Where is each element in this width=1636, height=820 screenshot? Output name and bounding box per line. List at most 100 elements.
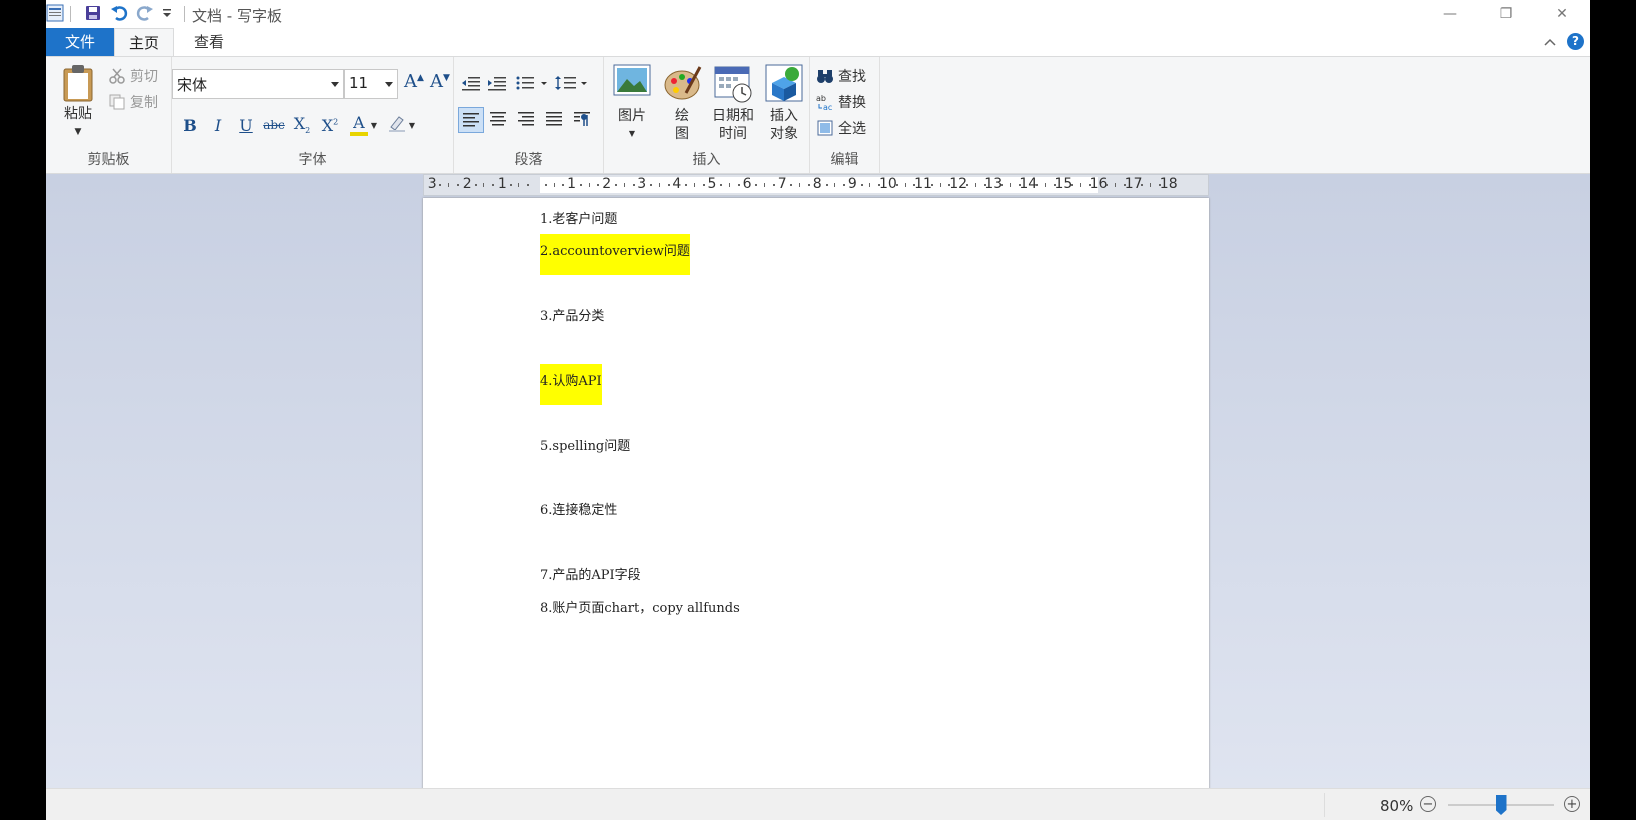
- paragraph-settings-button[interactable]: [570, 107, 596, 133]
- restore-button[interactable]: ❐: [1478, 0, 1534, 28]
- align-left-button[interactable]: [458, 107, 484, 133]
- font-size-select[interactable]: 11: [344, 69, 398, 99]
- ruler-tick: [1001, 184, 1004, 186]
- tab-home[interactable]: 主页: [114, 28, 174, 56]
- strikethrough-button[interactable]: abc: [262, 113, 286, 137]
- collapse-ribbon-icon[interactable]: [1542, 34, 1558, 50]
- insert-group: 图片 ▼ 绘 图 日期和 时间 插入 对象 插入: [604, 57, 810, 173]
- align-right-button[interactable]: [514, 107, 540, 133]
- subscript-button[interactable]: X2: [290, 113, 314, 137]
- redo-icon[interactable]: [136, 4, 154, 22]
- font-family-select[interactable]: 宋体: [172, 69, 344, 99]
- clipboard-group-label: 剪贴板: [87, 152, 130, 168]
- underline-button[interactable]: U: [234, 113, 258, 137]
- ruler-tick: [790, 184, 793, 186]
- font-color-button[interactable]: A ▼: [346, 113, 380, 137]
- ruler-number: 7: [777, 176, 787, 192]
- align-center-button[interactable]: [486, 107, 512, 133]
- ruler-number: 16: [1089, 176, 1108, 192]
- superscript-button[interactable]: X2: [318, 113, 342, 137]
- ruler-number: 10: [879, 176, 897, 192]
- shrink-font-icon[interactable]: A▼: [430, 71, 452, 95]
- window-title: 文档 - 写字板: [192, 7, 282, 25]
- italic-button[interactable]: I: [206, 113, 230, 137]
- ruler-number: 18: [1159, 176, 1178, 192]
- grow-font-icon[interactable]: A▲: [404, 71, 426, 95]
- binoculars-icon: [816, 67, 834, 85]
- document-area[interactable]: 3 2 1 1 2 3 4 5 6 7 8 9 10 11 12 13 14 15 16 17 18 1.老客户问题 2.…: [46, 174, 1590, 788]
- align-center-icon: [490, 112, 506, 126]
- tab-file[interactable]: 文件: [46, 28, 114, 56]
- document-line[interactable]: 7.产品的API字段: [540, 558, 641, 588]
- svg-text:ac: ac: [823, 103, 832, 111]
- bullet-list-button[interactable]: [514, 73, 550, 95]
- document-line[interactable]: 3.产品分类: [540, 299, 604, 329]
- ruler-tick: [1009, 183, 1011, 187]
- select-all-button[interactable]: 全选: [816, 117, 866, 139]
- ruler-tick: [544, 184, 547, 186]
- cut-button[interactable]: 剪切: [108, 65, 158, 87]
- ruler-tick: [518, 183, 520, 187]
- zoom-level: 80%: [1380, 797, 1414, 815]
- replace-label: 替换: [838, 95, 866, 111]
- ruler-tick: [930, 184, 933, 186]
- paste-button[interactable]: 粘贴 ▼: [56, 61, 100, 141]
- help-icon[interactable]: ?: [1567, 33, 1584, 50]
- justify-icon: [546, 112, 562, 126]
- zoom-in-button[interactable]: +: [1564, 796, 1580, 812]
- undo-icon[interactable]: [110, 4, 128, 22]
- document-line[interactable]: 5.spelling问题: [540, 429, 630, 459]
- highlight-color-button[interactable]: ▼: [384, 113, 418, 137]
- ruler[interactable]: 3 2 1 1 2 3 4 5 6 7 8 9 10 11 12 13 14 15 16 17 18: [423, 174, 1209, 196]
- document-page[interactable]: 1.老客户问题 2.accountoverview问题 3.产品分类 4.认购API 5…: [423, 198, 1209, 788]
- insert-paint-label-1: 绘: [675, 108, 689, 124]
- scissors-icon: [108, 67, 126, 85]
- minimize-button[interactable]: —: [1422, 0, 1478, 28]
- decrease-indent-icon[interactable]: [460, 73, 484, 95]
- strikethrough-icon: abc: [263, 118, 285, 132]
- wordpad-app-icon[interactable]: [46, 4, 64, 22]
- paragraph-group: 段落: [454, 57, 604, 173]
- zoom-slider-thumb[interactable]: [1495, 795, 1507, 815]
- insert-object-label-2: 对象: [770, 126, 798, 142]
- ruler-tick: [729, 183, 731, 187]
- paragraph-group-label: 段落: [514, 152, 543, 168]
- document-line[interactable]: 6.连接稳定性: [540, 493, 617, 523]
- close-button[interactable]: ✕: [1534, 0, 1590, 28]
- ruler-tick: [588, 183, 590, 187]
- document-line[interactable]: 1.老客户问题: [540, 202, 617, 232]
- insert-paint-button[interactable]: 绘 图: [660, 61, 704, 143]
- bold-button[interactable]: B: [178, 113, 202, 137]
- ruler-tick: [1071, 184, 1074, 186]
- customize-quick-access-icon[interactable]: [158, 4, 176, 22]
- ruler-tick: [834, 183, 836, 187]
- chevron-down-icon: ▼: [74, 127, 82, 137]
- document-line[interactable]: 2.accountoverview问题: [540, 234, 690, 275]
- insert-datetime-button[interactable]: 日期和 时间: [708, 61, 758, 143]
- ruler-tick: [1123, 184, 1126, 186]
- insert-picture-button[interactable]: 图片 ▼: [610, 61, 654, 143]
- tab-view[interactable]: 查看: [176, 28, 242, 56]
- find-button[interactable]: 查找: [816, 65, 866, 87]
- document-line[interactable]: 8.账户页面chart，copy allfunds: [540, 591, 740, 621]
- ruler-number: 1: [567, 176, 577, 192]
- ruler-tick: [1018, 184, 1021, 186]
- ruler-tick: [860, 184, 863, 186]
- ruler-tick: [720, 184, 723, 186]
- ruler-tick: [1141, 184, 1144, 186]
- document-line[interactable]: 4.认购API: [540, 364, 602, 405]
- insert-datetime-label-2: 时间: [719, 126, 747, 142]
- increase-indent-icon[interactable]: [486, 73, 510, 95]
- replace-button[interactable]: ab ac 替换: [816, 91, 866, 113]
- copy-button[interactable]: 复制: [108, 91, 158, 113]
- find-label: 查找: [838, 69, 866, 85]
- zoom-out-button[interactable]: −: [1420, 796, 1436, 812]
- chevron-down-icon: [385, 82, 393, 87]
- justify-button[interactable]: [542, 107, 568, 133]
- ruler-tick: [1088, 184, 1091, 186]
- ruler-number: 9: [847, 176, 857, 192]
- line-spacing-button[interactable]: [554, 73, 590, 95]
- insert-object-button[interactable]: 插入 对象: [762, 61, 806, 143]
- ruler-number: 3: [637, 176, 647, 192]
- save-icon[interactable]: [84, 4, 102, 22]
